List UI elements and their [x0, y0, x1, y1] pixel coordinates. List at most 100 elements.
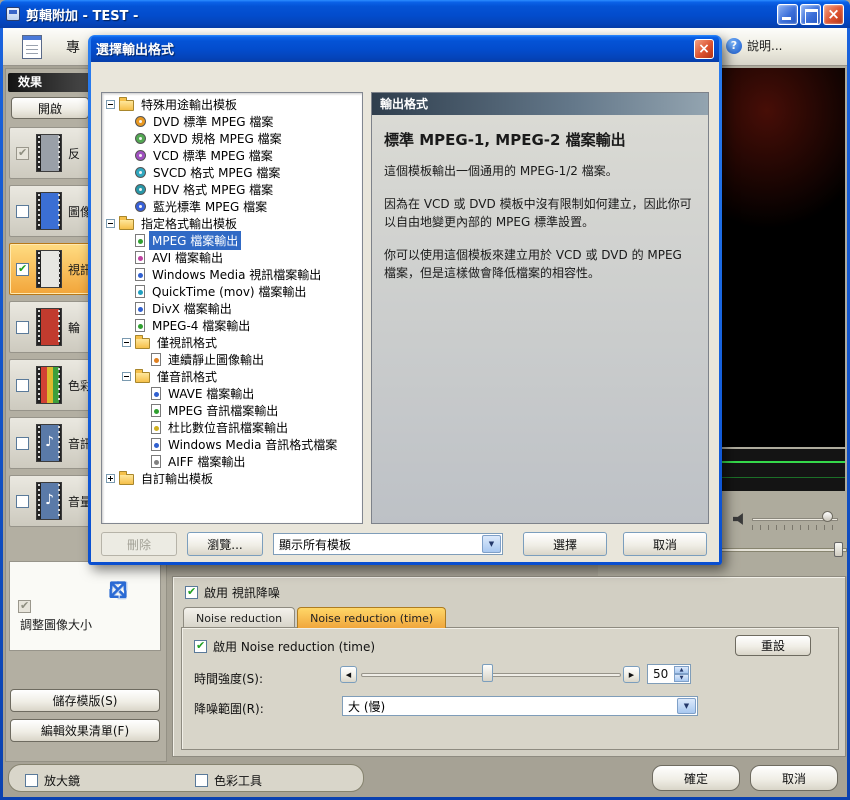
magnifier-row[interactable]: 放大鏡: [25, 772, 80, 789]
folder-icon: [135, 338, 150, 349]
enable-time-nr-checkbox[interactable]: [194, 640, 207, 653]
tree-item[interactable]: SVCD 格式 MPEG 檔案: [102, 164, 362, 181]
tree-item[interactable]: 杜比數位音訊檔案輸出: [102, 419, 362, 436]
tree-item[interactable]: VCD 標準 MPEG 檔案: [102, 147, 362, 164]
nr-range-dropdown[interactable]: 大 (慢): [342, 696, 698, 716]
disc-icon: [135, 150, 146, 161]
tree-item[interactable]: WAVE 檔案輸出: [102, 385, 362, 402]
tree-item[interactable]: MPEG-4 檔案輸出: [102, 317, 362, 334]
color-tool-label: 色彩工具: [214, 772, 262, 789]
enable-video-nr-row[interactable]: 啟用 視訊降噪: [185, 584, 280, 601]
format-info-header: 輸出格式: [372, 93, 708, 115]
color-tool-checkbox[interactable]: [195, 774, 208, 787]
filter-checkbox[interactable]: [16, 379, 29, 392]
filter-checkbox[interactable]: [16, 495, 29, 508]
tree-item[interactable]: 藍光標準 MPEG 檔案: [102, 198, 362, 215]
help-button[interactable]: 說明...: [747, 37, 782, 54]
page-icon: [151, 387, 161, 400]
filter-checkbox[interactable]: [16, 321, 29, 334]
filter-film-icon: [36, 192, 62, 230]
spin-up-icon[interactable]: [674, 666, 689, 674]
color-tool-row[interactable]: 色彩工具: [195, 772, 262, 789]
resize-filter-checkbox[interactable]: [18, 600, 31, 613]
maximize-button-icon[interactable]: [800, 4, 821, 25]
enable-video-nr-checkbox[interactable]: [185, 586, 198, 599]
tree-expander-icon[interactable]: [106, 100, 115, 109]
filter-checkbox[interactable]: [16, 147, 29, 160]
tree-item[interactable]: Windows Media 音訊格式檔案: [102, 436, 362, 453]
strength-value[interactable]: 50: [653, 667, 668, 681]
dialog-body: 特殊用途輸出模板DVD 標準 MPEG 檔案XDVD 規格 MPEG 檔案VCD…: [91, 62, 719, 562]
new-project-button[interactable]: [13, 31, 51, 62]
tree-item[interactable]: DivX 檔案輸出: [102, 300, 362, 317]
browse-button[interactable]: 瀏覽...: [187, 532, 263, 556]
tree-item[interactable]: 自訂輸出模板: [102, 470, 362, 487]
filter-checkbox[interactable]: [16, 437, 29, 450]
page-icon: [151, 421, 161, 434]
volume-slider-thumb[interactable]: [822, 511, 833, 522]
tree-item[interactable]: MPEG 檔案輸出: [102, 232, 362, 249]
edit-effects-list-button[interactable]: 編輯效果清單(F): [10, 719, 160, 742]
page-icon: [151, 353, 161, 366]
tree-item[interactable]: DVD 標準 MPEG 檔案: [102, 113, 362, 130]
filter-film-icon: [36, 250, 62, 288]
slider-left-arrow-icon[interactable]: ◀: [340, 666, 357, 683]
window-border-left: [0, 28, 3, 797]
filter-checkbox[interactable]: [16, 263, 29, 276]
noise-tab-page: 啟用 Noise reduction (time) 重設 時間強度(S): ◀ …: [181, 627, 839, 750]
tree-item[interactable]: QuickTime (mov) 檔案輸出: [102, 283, 362, 300]
tree-expander-icon[interactable]: [122, 338, 131, 347]
minimize-button-icon[interactable]: [777, 4, 798, 25]
magnifier-checkbox[interactable]: [25, 774, 38, 787]
filter-film-icon: [36, 424, 62, 462]
page-icon: [135, 234, 145, 247]
main-cancel-button[interactable]: 取消: [750, 765, 838, 791]
seek-slider-thumb[interactable]: [834, 542, 843, 557]
save-template-button[interactable]: 儲存模版(S): [10, 689, 160, 712]
dialog-close-icon[interactable]: [694, 39, 714, 59]
select-button[interactable]: 選擇: [523, 532, 607, 556]
tree-item[interactable]: AIFF 檔案輸出: [102, 453, 362, 470]
dialog-titlebar[interactable]: 選擇輸出格式: [91, 35, 719, 62]
tree-item[interactable]: 僅音訊格式: [102, 368, 362, 385]
resize-filter-row[interactable]: 調整圖像大小: [9, 561, 161, 651]
close-button-icon[interactable]: [823, 4, 844, 25]
tree-item[interactable]: 僅視訊格式: [102, 334, 362, 351]
tree-expander-icon[interactable]: [106, 219, 115, 228]
tree-expander-icon[interactable]: [106, 474, 115, 483]
enable-time-nr-row[interactable]: 啟用 Noise reduction (time): [194, 638, 375, 655]
tree-expander-icon[interactable]: [122, 372, 131, 381]
tree-item[interactable]: XDVD 規格 MPEG 檔案: [102, 130, 362, 147]
window-titlebar[interactable]: 剪輯附加 - TEST -: [0, 0, 850, 28]
format-info-body: 標準 MPEG-1, MPEG-2 檔案輸出 這個模板輸出一個通用的 MPEG-…: [372, 115, 708, 523]
help-icon[interactable]: [726, 38, 742, 54]
strength-spinbox[interactable]: 50: [647, 664, 691, 684]
document-icon: [22, 35, 42, 59]
tree-item[interactable]: MPEG 音訊檔案輸出: [102, 402, 362, 419]
filter-label: 輪: [68, 319, 80, 336]
format-description: 你可以使用這個模板來建立用於 VCD 或 DVD 的 MPEG 檔案，但是這樣做…: [384, 246, 696, 283]
magnifier-label: 放大鏡: [44, 772, 80, 789]
template-filter-dropdown[interactable]: 顯示所有模板: [273, 533, 503, 555]
tree-item[interactable]: Windows Media 視訊檔案輸出: [102, 266, 362, 283]
tree-item[interactable]: 指定格式輸出模板: [102, 215, 362, 232]
project-button[interactable]: 專: [55, 31, 91, 62]
tab-noise-reduction-time[interactable]: Noise reduction (time): [297, 607, 446, 628]
nr-range-label: 降噪範圍(R):: [194, 700, 264, 717]
tab-noise-reduction[interactable]: Noise reduction: [183, 607, 295, 628]
page-icon: [135, 251, 145, 264]
tree-item[interactable]: AVI 檔案輸出: [102, 249, 362, 266]
tree-item[interactable]: HDV 格式 MPEG 檔案: [102, 181, 362, 198]
ok-button[interactable]: 確定: [652, 765, 740, 791]
tree-item[interactable]: 特殊用途輸出模板: [102, 96, 362, 113]
dialog-cancel-button[interactable]: 取消: [623, 532, 707, 556]
reset-button[interactable]: 重設: [735, 635, 811, 656]
strength-slider-thumb[interactable]: [482, 664, 493, 682]
open-button[interactable]: 開啟: [11, 97, 89, 119]
filter-checkbox[interactable]: [16, 205, 29, 218]
format-title: 標準 MPEG-1, MPEG-2 檔案輸出: [384, 129, 696, 150]
spin-down-icon[interactable]: [674, 674, 689, 682]
tree-item[interactable]: 連續靜止圖像輸出: [102, 351, 362, 368]
slider-right-arrow-icon[interactable]: ▶: [623, 666, 640, 683]
folder-icon: [119, 219, 134, 230]
